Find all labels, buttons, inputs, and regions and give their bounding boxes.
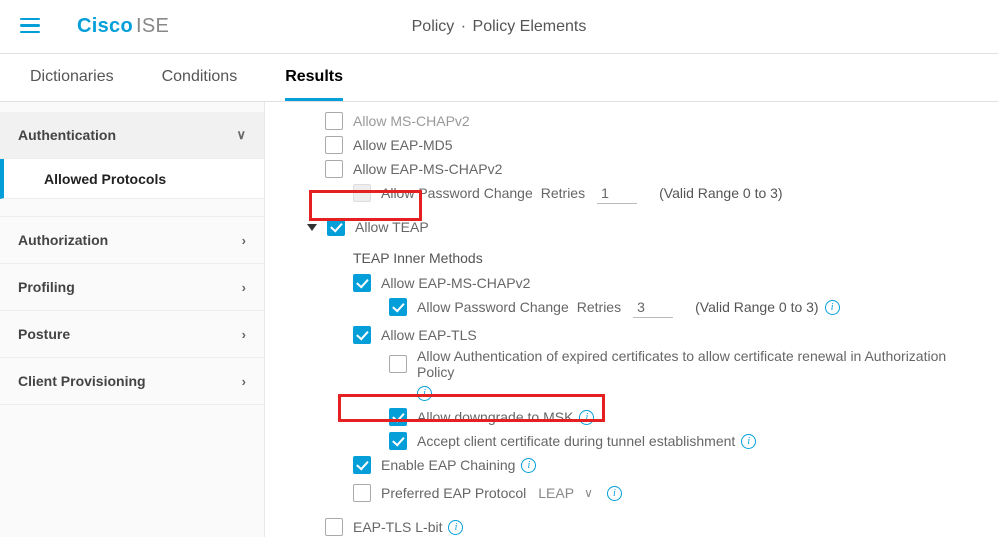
sidebar-item-authentication[interactable]: Authentication ∨ (0, 112, 264, 159)
checkbox-teap-eap-ms-chapv2[interactable] (353, 274, 371, 292)
label-allow-password-change: Allow Password Change (381, 185, 533, 201)
sidebar-sublabel-allowed-protocols: Allowed Protocols (44, 171, 166, 187)
sidebar-subitem-allowed-protocols[interactable]: Allowed Protocols (0, 159, 264, 199)
label-allow-teap: Allow TEAP (355, 219, 429, 235)
checkbox-eap-tls-lbit[interactable] (325, 518, 343, 536)
label-allow-eap-tls: Allow EAP-TLS (381, 327, 477, 343)
sidebar-item-profiling[interactable]: Profiling › (0, 264, 264, 311)
info-icon[interactable]: i (521, 458, 536, 473)
checkbox-allow-eap-md5[interactable] (325, 136, 343, 154)
checkbox-allow-eap-ms-chapv2[interactable] (325, 160, 343, 178)
chevron-right-icon: › (242, 374, 246, 389)
label-allow-mschapv2: Allow MS-CHAPv2 (353, 113, 470, 129)
section-teap-inner-methods: TEAP Inner Methods (353, 250, 978, 266)
label-allow-eap-ms-chapv2: Allow EAP-MS-CHAPv2 (353, 161, 502, 177)
sidebar-label-posture: Posture (18, 326, 70, 342)
chevron-down-icon: ∨ (236, 127, 246, 143)
checkbox-allow-eap-tls[interactable] (353, 326, 371, 344)
tab-dictionaries[interactable]: Dictionaries (30, 56, 114, 101)
info-icon[interactable]: i (825, 300, 840, 315)
info-icon[interactable]: i (741, 434, 756, 449)
label-retries-2: Retries (577, 299, 621, 315)
hamburger-menu-icon[interactable] (20, 18, 42, 36)
content-area: Allow MS-CHAPv2 Allow EAP-MD5 Allow EAP-… (265, 102, 998, 537)
checkbox-allow-password-change-disabled (353, 184, 371, 202)
checkbox-allow-downgrade-msk[interactable] (389, 408, 407, 426)
label-eap-tls-lbit: EAP-TLS L-bit (353, 519, 442, 535)
sidebar: Authentication ∨ Allowed Protocols Autho… (0, 102, 265, 537)
sidebar-item-authorization[interactable]: Authorization › (0, 217, 264, 264)
select-preferred-eap-protocol[interactable]: LEAP ∨ (538, 485, 593, 501)
checkbox-teap-password-change[interactable] (389, 298, 407, 316)
collapse-triangle-icon[interactable] (307, 224, 317, 231)
chevron-right-icon: › (242, 233, 246, 248)
label-allow-eap-md5: Allow EAP-MD5 (353, 137, 453, 153)
label-preferred-eap-protocol: Preferred EAP Protocol (381, 485, 526, 501)
brand-cisco: Cisco (77, 15, 133, 37)
label-allow-downgrade-msk: Allow downgrade to MSK (417, 409, 573, 425)
sidebar-label-profiling: Profiling (18, 279, 75, 295)
info-icon[interactable]: i (448, 520, 463, 535)
sidebar-label-client-provisioning: Client Provisioning (18, 373, 146, 389)
breadcrumb-separator: · (461, 18, 466, 35)
checkbox-allow-teap[interactable] (327, 218, 345, 236)
sidebar-label-authorization: Authorization (18, 232, 108, 248)
retries-input-2[interactable] (633, 297, 673, 318)
brand-ise: ISE (136, 15, 169, 37)
breadcrumb-policy-elements[interactable]: Policy Elements (473, 18, 587, 35)
range-text-2: (Valid Range 0 to 3) (695, 299, 818, 315)
app-header: CiscoISE Policy · Policy Elements (0, 0, 998, 54)
label-accept-client-cert: Accept client certificate during tunnel … (417, 433, 735, 449)
label-enable-eap-chaining: Enable EAP Chaining (381, 457, 515, 473)
info-icon[interactable]: i (417, 386, 432, 401)
retries-input-1[interactable] (597, 183, 637, 204)
breadcrumb-policy[interactable]: Policy (412, 18, 455, 35)
sidebar-label-authentication: Authentication (18, 127, 116, 143)
checkbox-auth-expired-certs[interactable] (389, 355, 407, 373)
checkbox-preferred-eap-protocol[interactable] (353, 484, 371, 502)
chevron-right-icon: › (242, 280, 246, 295)
label-teap-password-change: Allow Password Change (417, 299, 569, 315)
select-value-leap: LEAP (538, 485, 574, 501)
checkbox-allow-mschapv2[interactable] (325, 112, 343, 130)
info-icon[interactable]: i (607, 486, 622, 501)
range-text-1: (Valid Range 0 to 3) (659, 185, 782, 201)
checkbox-accept-client-cert[interactable] (389, 432, 407, 450)
sidebar-item-posture[interactable]: Posture › (0, 311, 264, 358)
checkbox-enable-eap-chaining[interactable] (353, 456, 371, 474)
body: Authentication ∨ Allowed Protocols Autho… (0, 102, 998, 537)
info-icon[interactable]: i (579, 410, 594, 425)
brand-logo: CiscoISE (77, 15, 169, 38)
tabs-bar: Dictionaries Conditions Results (0, 54, 998, 102)
breadcrumb: Policy · Policy Elements (412, 18, 587, 36)
chevron-down-icon: ∨ (584, 486, 593, 500)
chevron-right-icon: › (242, 327, 246, 342)
label-retries: Retries (541, 185, 585, 201)
label-auth-expired-certs: Allow Authentication of expired certific… (417, 348, 978, 380)
label-teap-eap-ms-chapv2: Allow EAP-MS-CHAPv2 (381, 275, 530, 291)
tab-conditions[interactable]: Conditions (162, 56, 238, 101)
sidebar-item-client-provisioning[interactable]: Client Provisioning › (0, 358, 264, 405)
tab-results[interactable]: Results (285, 56, 343, 101)
